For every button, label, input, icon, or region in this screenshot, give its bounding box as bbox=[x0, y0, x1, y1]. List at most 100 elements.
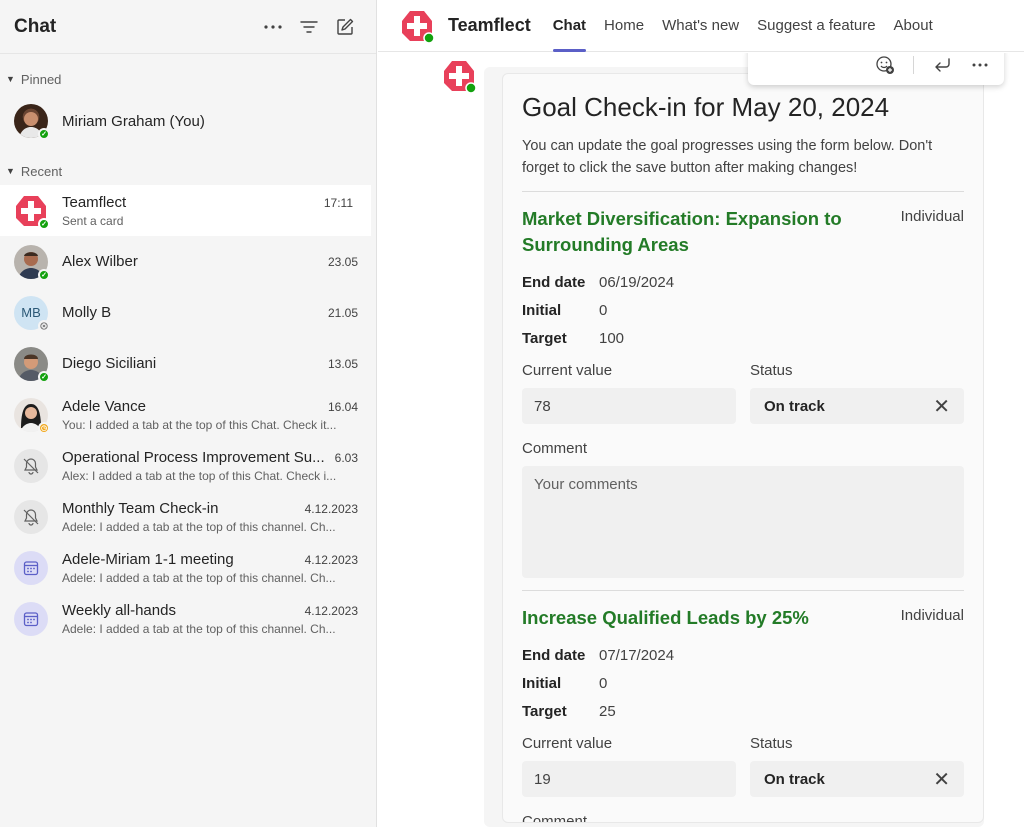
initial-value: 0 bbox=[599, 674, 608, 692]
toolbar-divider bbox=[913, 56, 914, 74]
chat-item-alex-wilber[interactable]: ✓ Alex Wilber 23.05 bbox=[0, 236, 376, 287]
clear-icon[interactable]: ✕ bbox=[933, 767, 950, 792]
chat-time: 17:11 bbox=[323, 195, 353, 210]
chat-item-diego-siciliani[interactable]: ✓ Diego Siciliani 13.05 bbox=[0, 338, 376, 389]
chat-list-pane: Chat ▼ Pinned ✓ Miriam Graham (You) ▼ Re… bbox=[0, 0, 377, 827]
chat-preview: Adele: I added a tab at the top of this … bbox=[62, 621, 336, 636]
teamflect-logo-icon bbox=[400, 9, 435, 44]
chat-item-teamflect[interactable]: ✓ Teamflect 17:11 Sent a card bbox=[0, 185, 371, 236]
avatar: MB bbox=[14, 295, 50, 332]
card-title: Goal Check-in for May 20, 2024 bbox=[522, 92, 890, 122]
target-value: 25 bbox=[599, 702, 616, 720]
status-select[interactable]: On track ✕ bbox=[750, 761, 964, 797]
chat-preview: Alex: I added a tab at the top of this C… bbox=[62, 468, 337, 483]
chat-item-monthly-team-check-in[interactable]: Monthly Team Check-in 4.12.2023 Adele: I… bbox=[0, 491, 376, 542]
presence-available-icon: ✓ bbox=[38, 217, 50, 230]
tab-suggest-feature[interactable]: Suggest a feature bbox=[757, 0, 875, 52]
chat-preview: Adele: I added a tab at the top of this … bbox=[62, 519, 336, 534]
tab-chat[interactable]: Chat bbox=[552, 0, 587, 52]
chat-name: Alex Wilber bbox=[62, 253, 138, 270]
goal-type: Individual bbox=[900, 208, 964, 225]
fact-label: Target bbox=[522, 702, 567, 720]
chat-time: 21.05 bbox=[327, 306, 358, 320]
chat-name: Monthly Team Check-in bbox=[62, 499, 219, 517]
recent-label: Recent bbox=[20, 163, 63, 179]
chat-item-operational-process[interactable]: Operational Process Improvement Su... 6.… bbox=[0, 440, 376, 491]
more-options-icon[interactable] bbox=[262, 16, 284, 38]
recent-section-toggle[interactable]: ▼ Recent bbox=[0, 161, 376, 181]
chat-name: Adele-Miriam 1-1 meeting bbox=[62, 550, 234, 568]
goal-type: Individual bbox=[900, 607, 964, 624]
avatar: ✓ bbox=[14, 346, 50, 383]
fact-label: Initial bbox=[522, 674, 562, 692]
tab-home[interactable]: Home bbox=[604, 0, 644, 52]
reply-icon[interactable] bbox=[932, 55, 952, 75]
add-reaction-icon[interactable] bbox=[875, 55, 895, 75]
chat-list-header: Chat bbox=[0, 0, 376, 54]
chat-name: Miriam Graham (You) bbox=[62, 112, 205, 130]
teamflect-bot-avatar-icon bbox=[442, 59, 477, 94]
comment-textarea[interactable]: Your comments bbox=[522, 466, 964, 578]
goal-title: Market Diversification: Expansion to Sur… bbox=[522, 208, 842, 255]
status-value: On track bbox=[764, 770, 825, 788]
message-actions-toolbar bbox=[748, 53, 1004, 85]
more-options-icon[interactable] bbox=[970, 55, 990, 75]
goal-title: Increase Qualified Leads by 25% bbox=[522, 607, 809, 628]
chat-time: 23.05 bbox=[327, 255, 358, 269]
avatar: ✓ bbox=[14, 104, 50, 140]
presence-available-icon: ✓ bbox=[38, 128, 50, 140]
chat-name: Operational Process Improvement Su... bbox=[62, 448, 325, 466]
fact-label: End date bbox=[522, 646, 586, 664]
goal-section: Market Diversification: Expansion to Sur… bbox=[522, 206, 964, 578]
chat-item-adele-miriam-meeting[interactable]: Adele-Miriam 1-1 meeting 4.12.2023 Adele… bbox=[0, 542, 376, 593]
end-date-value: 07/17/2024 bbox=[599, 646, 675, 664]
chat-time: 13.05 bbox=[327, 357, 358, 371]
current-value-input[interactable]: 19 bbox=[522, 761, 736, 797]
pinned-label: Pinned bbox=[20, 71, 62, 87]
status-label: Status bbox=[750, 734, 793, 752]
chat-name: Weekly all-hands bbox=[62, 601, 176, 619]
new-chat-icon[interactable] bbox=[334, 16, 356, 38]
chat-item-adele-vance[interactable]: ◷ Adele Vance 16.04 You: I added a tab a… bbox=[0, 389, 376, 440]
fact-label: End date bbox=[522, 273, 586, 291]
app-name: Teamflect bbox=[448, 15, 531, 35]
card-description: You can update the goal progresses using… bbox=[522, 138, 933, 176]
target-value: 100 bbox=[599, 329, 625, 347]
presence-offline-icon bbox=[38, 319, 50, 332]
tab-about[interactable]: About bbox=[894, 0, 933, 52]
clear-icon[interactable]: ✕ bbox=[933, 394, 950, 419]
muted-bell-icon bbox=[14, 499, 48, 534]
chat-preview: Adele: I added a tab at the top of this … bbox=[62, 570, 336, 585]
calendar-icon bbox=[14, 550, 48, 585]
goal-facts: End date 07/17/2024 Initial 0 Target 25 bbox=[522, 641, 964, 725]
initial-value: 0 bbox=[599, 301, 608, 319]
status-select[interactable]: On track ✕ bbox=[750, 388, 964, 424]
goal-check-in-card: Goal Check-in for May 20, 2024 You can u… bbox=[502, 73, 984, 823]
comment-label: Comment bbox=[522, 812, 588, 823]
teamflect-logo-icon: ✓ bbox=[14, 194, 50, 230]
conversation-area: Goal Check-in for May 20, 2024 You can u… bbox=[378, 53, 1024, 827]
calendar-icon bbox=[14, 601, 48, 636]
presence-available-icon: ✓ bbox=[38, 268, 50, 281]
current-value-input[interactable]: 78 bbox=[522, 388, 736, 424]
fact-label: Target bbox=[522, 329, 567, 347]
goal-facts: End date 06/19/2024 Initial 0 Target 100 bbox=[522, 268, 964, 352]
avatar-initials: MB bbox=[21, 305, 41, 320]
filter-icon[interactable] bbox=[298, 16, 320, 38]
current-value-label: Current value bbox=[522, 734, 613, 752]
divider bbox=[522, 590, 964, 591]
chat-item-weekly-all-hands[interactable]: Weekly all-hands 4.12.2023 Adele: I adde… bbox=[0, 593, 376, 644]
avatar: ✓ bbox=[14, 244, 50, 281]
chat-name: Diego Siciliani bbox=[62, 355, 157, 372]
chat-item-miriam-graham[interactable]: ✓ Miriam Graham (You) bbox=[0, 93, 376, 149]
app-header: Teamflect Chat Home What's new Suggest a… bbox=[378, 0, 1024, 52]
chat-time: 16.04 bbox=[327, 399, 358, 414]
chat-name: Teamflect bbox=[62, 193, 127, 211]
goal-section: Increase Qualified Leads by 25% Individu… bbox=[522, 605, 964, 823]
muted-bell-icon bbox=[14, 448, 48, 483]
pinned-section-toggle[interactable]: ▼ Pinned bbox=[0, 69, 376, 89]
chat-item-molly-b[interactable]: MB Molly B 21.05 bbox=[0, 287, 376, 338]
tab-whats-new[interactable]: What's new bbox=[662, 0, 739, 52]
chat-preview: Sent a card bbox=[62, 213, 124, 228]
current-value-label: Current value bbox=[522, 361, 613, 379]
